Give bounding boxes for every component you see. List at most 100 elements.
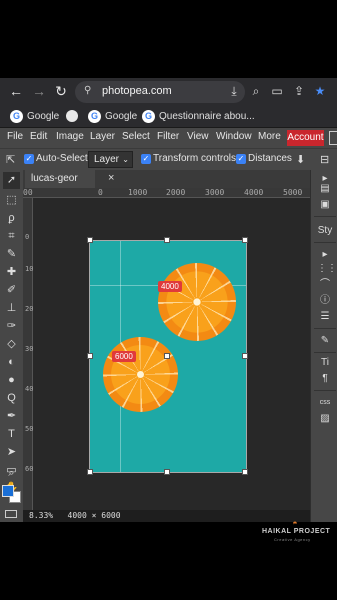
chevron-down-icon: ⌄ [122, 155, 129, 164]
ruler-label: 3000 [205, 188, 225, 197]
styles-panel-label[interactable]: Sty [317, 224, 333, 238]
menu-edit[interactable]: Edit [30, 131, 47, 142]
stamp-tool-icon[interactable]: ⊥ [3, 300, 20, 317]
distances-checkbox[interactable]: ✓ [236, 154, 246, 164]
brush-tool-icon[interactable]: ✐ [3, 282, 20, 299]
info-panel-icon[interactable]: ⓘ [317, 294, 333, 308]
curves-panel-icon[interactable]: ⌒ [317, 278, 333, 292]
download-icon[interactable]: ⬇ [296, 153, 305, 166]
foreground-color-swatch[interactable] [2, 485, 14, 497]
menu-select[interactable]: Select [122, 131, 150, 142]
close-icon[interactable]: × [108, 172, 114, 184]
transform-handle-center[interactable] [164, 353, 170, 359]
zoom-tool-icon[interactable]: ⌕ [3, 465, 20, 482]
bookmark-star-icon[interactable]: ★ [312, 83, 328, 99]
brush-panel-icon[interactable]: ✎ [317, 334, 333, 348]
reload-icon[interactable]: ↻ [53, 83, 69, 99]
move-tool-icon: ⇱ [6, 154, 16, 166]
eyedropper-tool-icon[interactable]: ✎ [3, 246, 20, 263]
ruler-label: 5000 [25, 426, 42, 433]
history-brush-icon[interactable]: ✑ [3, 318, 20, 335]
ruler-label: 4000 [25, 386, 42, 393]
move-tool-icon[interactable]: ➚ [3, 172, 20, 189]
layer-select[interactable]: Layer ⌄ [88, 151, 133, 168]
ruler-label: 2000 [25, 306, 42, 313]
lasso-tool-icon[interactable]: ϼ [3, 210, 20, 227]
eraser-tool-icon[interactable]: ◇ [3, 336, 20, 353]
zoom-icon[interactable]: ⌕ [248, 83, 264, 99]
transform-controls-checkbox[interactable]: ✓ [141, 154, 151, 164]
menu-filter[interactable]: Filter [157, 131, 179, 142]
google-icon: G [88, 109, 101, 123]
transform-handle-bottom[interactable] [164, 469, 170, 475]
quick-mask-icon[interactable] [5, 510, 17, 518]
menu-file[interactable]: File [7, 131, 23, 142]
path-select-icon[interactable]: ➤ [3, 444, 20, 461]
character-panel-icon[interactable]: Ti [317, 356, 333, 370]
properties-panel-icon[interactable]: ☰ [317, 310, 333, 324]
ruler-vertical: 0 1000 2000 3000 4000 5000 6000 [23, 198, 42, 510]
panel-divider [314, 328, 336, 329]
transform-handle-bottom-left[interactable] [87, 469, 93, 475]
crop-tool-icon[interactable]: ⌗ [3, 228, 20, 245]
right-panel-bar: ▸ ▤ ▣ Sty ▸ ⋮⋮ ⌒ ⓘ ☰ ✎ Ti ¶ css ▨ [310, 170, 337, 522]
bookmark-google-1[interactable]: G Google [10, 108, 59, 125]
transform-handle-right[interactable] [242, 353, 248, 359]
type-tool-icon[interactable]: T [3, 426, 20, 443]
screenshot-icon[interactable]: ▭ [269, 83, 285, 99]
share-icon[interactable]: ⇪ [291, 83, 307, 99]
menu-view[interactable]: View [187, 131, 209, 142]
back-icon[interactable]: ← [8, 83, 24, 99]
transform-handle-top[interactable] [164, 237, 170, 243]
healing-tool-icon[interactable]: ✚ [3, 264, 20, 281]
menu-image[interactable]: Image [56, 131, 84, 142]
install-icon[interactable]: ⤓ [226, 83, 242, 99]
distances-label[interactable]: Distances [248, 153, 292, 164]
transform-handle-bottom-right[interactable] [242, 469, 248, 475]
ruler-horizontal: 00 0 1000 2000 3000 4000 5000 [23, 188, 310, 198]
zoom-level[interactable]: 8.33% 4000 × 6000 [29, 511, 121, 520]
transform-controls-label[interactable]: Transform controls [153, 153, 236, 164]
height-badge: 6000 [112, 351, 136, 362]
ruler-label: 4000 [244, 188, 264, 197]
gradient-tool-icon[interactable]: ◐ [3, 354, 20, 371]
browser-toolbar: ← → ↻ ⚲ photopea.com ⤓ ⌕ ▭ ⇪ ★ [0, 78, 337, 105]
watermark-title: HAIKAL PROJECT [262, 528, 331, 535]
panel-divider [314, 352, 336, 353]
auto-select-checkbox[interactable]: ✓ [24, 154, 34, 164]
bookmark-google-2[interactable]: G Google [88, 108, 137, 125]
bookmark-extension[interactable] [66, 108, 78, 125]
url-text[interactable]: photopea.com [102, 85, 172, 97]
css-panel-label[interactable]: css [317, 396, 333, 410]
transform-handle-top-right[interactable] [242, 237, 248, 243]
paragraph-icon[interactable]: ¶ [317, 372, 333, 386]
menu-more[interactable]: More [258, 131, 281, 142]
dodge-tool-icon[interactable]: Q [3, 390, 20, 407]
image-panel-icon[interactable]: ▨ [317, 412, 333, 426]
auto-select-label[interactable]: Auto-Select [36, 153, 88, 164]
transform-handle-top-left[interactable] [87, 237, 93, 243]
marquee-tool-icon[interactable]: ⬚ [3, 192, 20, 209]
address-bar[interactable]: ⚲ photopea.com [75, 81, 245, 103]
swatches-panel-icon[interactable]: ▣ [317, 198, 333, 212]
paragraph-panel-icon[interactable]: ▸ [317, 248, 333, 262]
document-tab-label: lucas-geor [31, 173, 78, 184]
pen-tool-icon[interactable]: ✒ [3, 408, 20, 425]
ruler-label: 0 [25, 233, 30, 241]
align-icon[interactable]: ⊟ [320, 153, 329, 166]
document-tab[interactable]: lucas-geor [25, 170, 95, 188]
menu-window[interactable]: Window [216, 131, 252, 142]
google-icon: G [142, 109, 155, 123]
history-panel-icon[interactable]: ▤ [317, 182, 333, 196]
forward-icon[interactable]: → [31, 83, 47, 99]
transform-handle-left[interactable] [87, 353, 93, 359]
account-button[interactable]: Account [287, 130, 324, 146]
adjustments-panel-icon[interactable]: ⋮⋮ [317, 262, 337, 276]
site-info-icon[interactable]: ⚲ [84, 85, 98, 99]
fullscreen-icon[interactable] [329, 131, 337, 145]
menu-layer[interactable]: Layer [90, 131, 115, 142]
panel-divider [314, 216, 336, 217]
watermark-subtitle: Creative Agency [274, 537, 311, 542]
bookmark-questionnaire[interactable]: G Questionnaire abou... [142, 108, 255, 125]
blur-tool-icon[interactable]: ● [3, 372, 20, 389]
